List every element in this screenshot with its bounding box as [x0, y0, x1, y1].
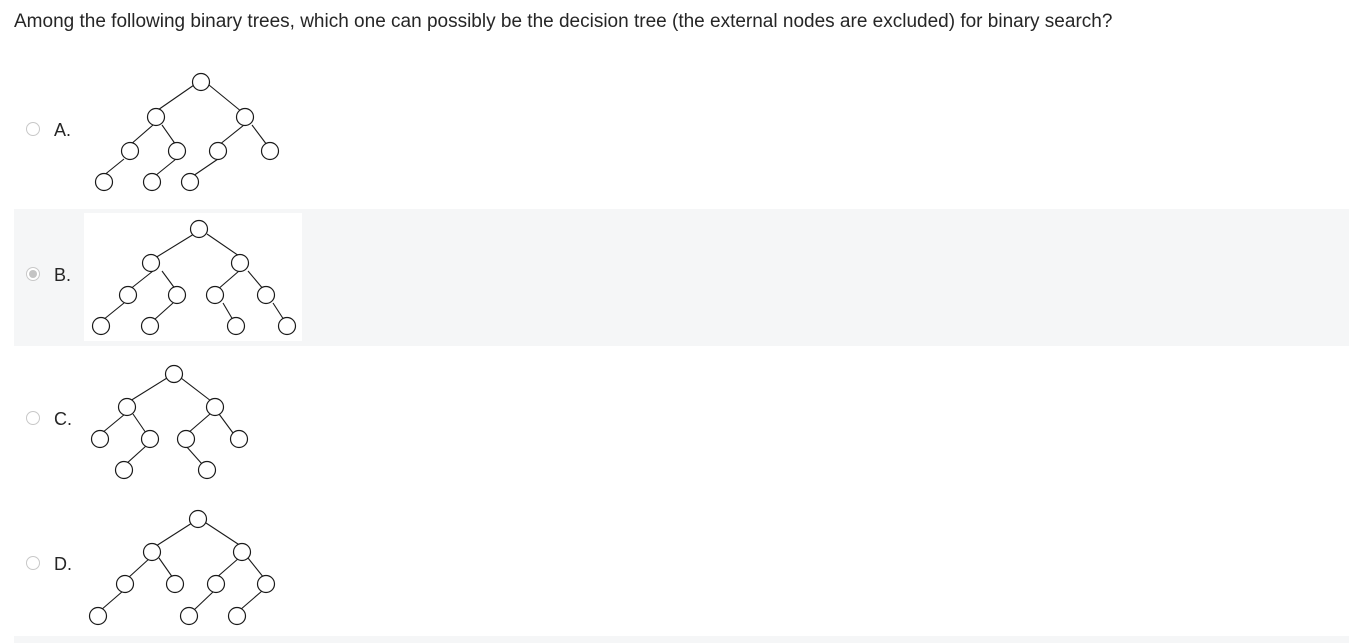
- option-b[interactable]: B.: [14, 209, 1349, 346]
- option-c[interactable]: C.: [14, 358, 1349, 490]
- tree-diagram: [90, 364, 249, 480]
- option-b-radio[interactable]: [26, 267, 40, 281]
- option-c-tree-image: [84, 364, 302, 488]
- option-b-label: B.: [54, 265, 72, 285]
- option-d-radio[interactable]: [26, 556, 40, 570]
- option-a-radio[interactable]: [26, 122, 40, 136]
- option-c-label: C.: [54, 409, 72, 429]
- option-c-radio[interactable]: [26, 411, 40, 425]
- option-a[interactable]: A.: [14, 68, 1349, 194]
- option-d-tree-image: [84, 506, 302, 628]
- option-a-tree-image: [84, 72, 302, 194]
- option-d-label: D.: [54, 554, 72, 574]
- tree-diagram: [94, 72, 280, 192]
- option-d[interactable]: D.: [14, 500, 1349, 630]
- next-option-row-edge: [14, 636, 1349, 643]
- option-a-label: A.: [54, 120, 72, 140]
- question-text: Among the following binary trees, which …: [14, 11, 1113, 32]
- tree-diagram: [91, 219, 297, 336]
- tree-diagram: [88, 509, 276, 626]
- option-b-tree-image: [84, 213, 302, 341]
